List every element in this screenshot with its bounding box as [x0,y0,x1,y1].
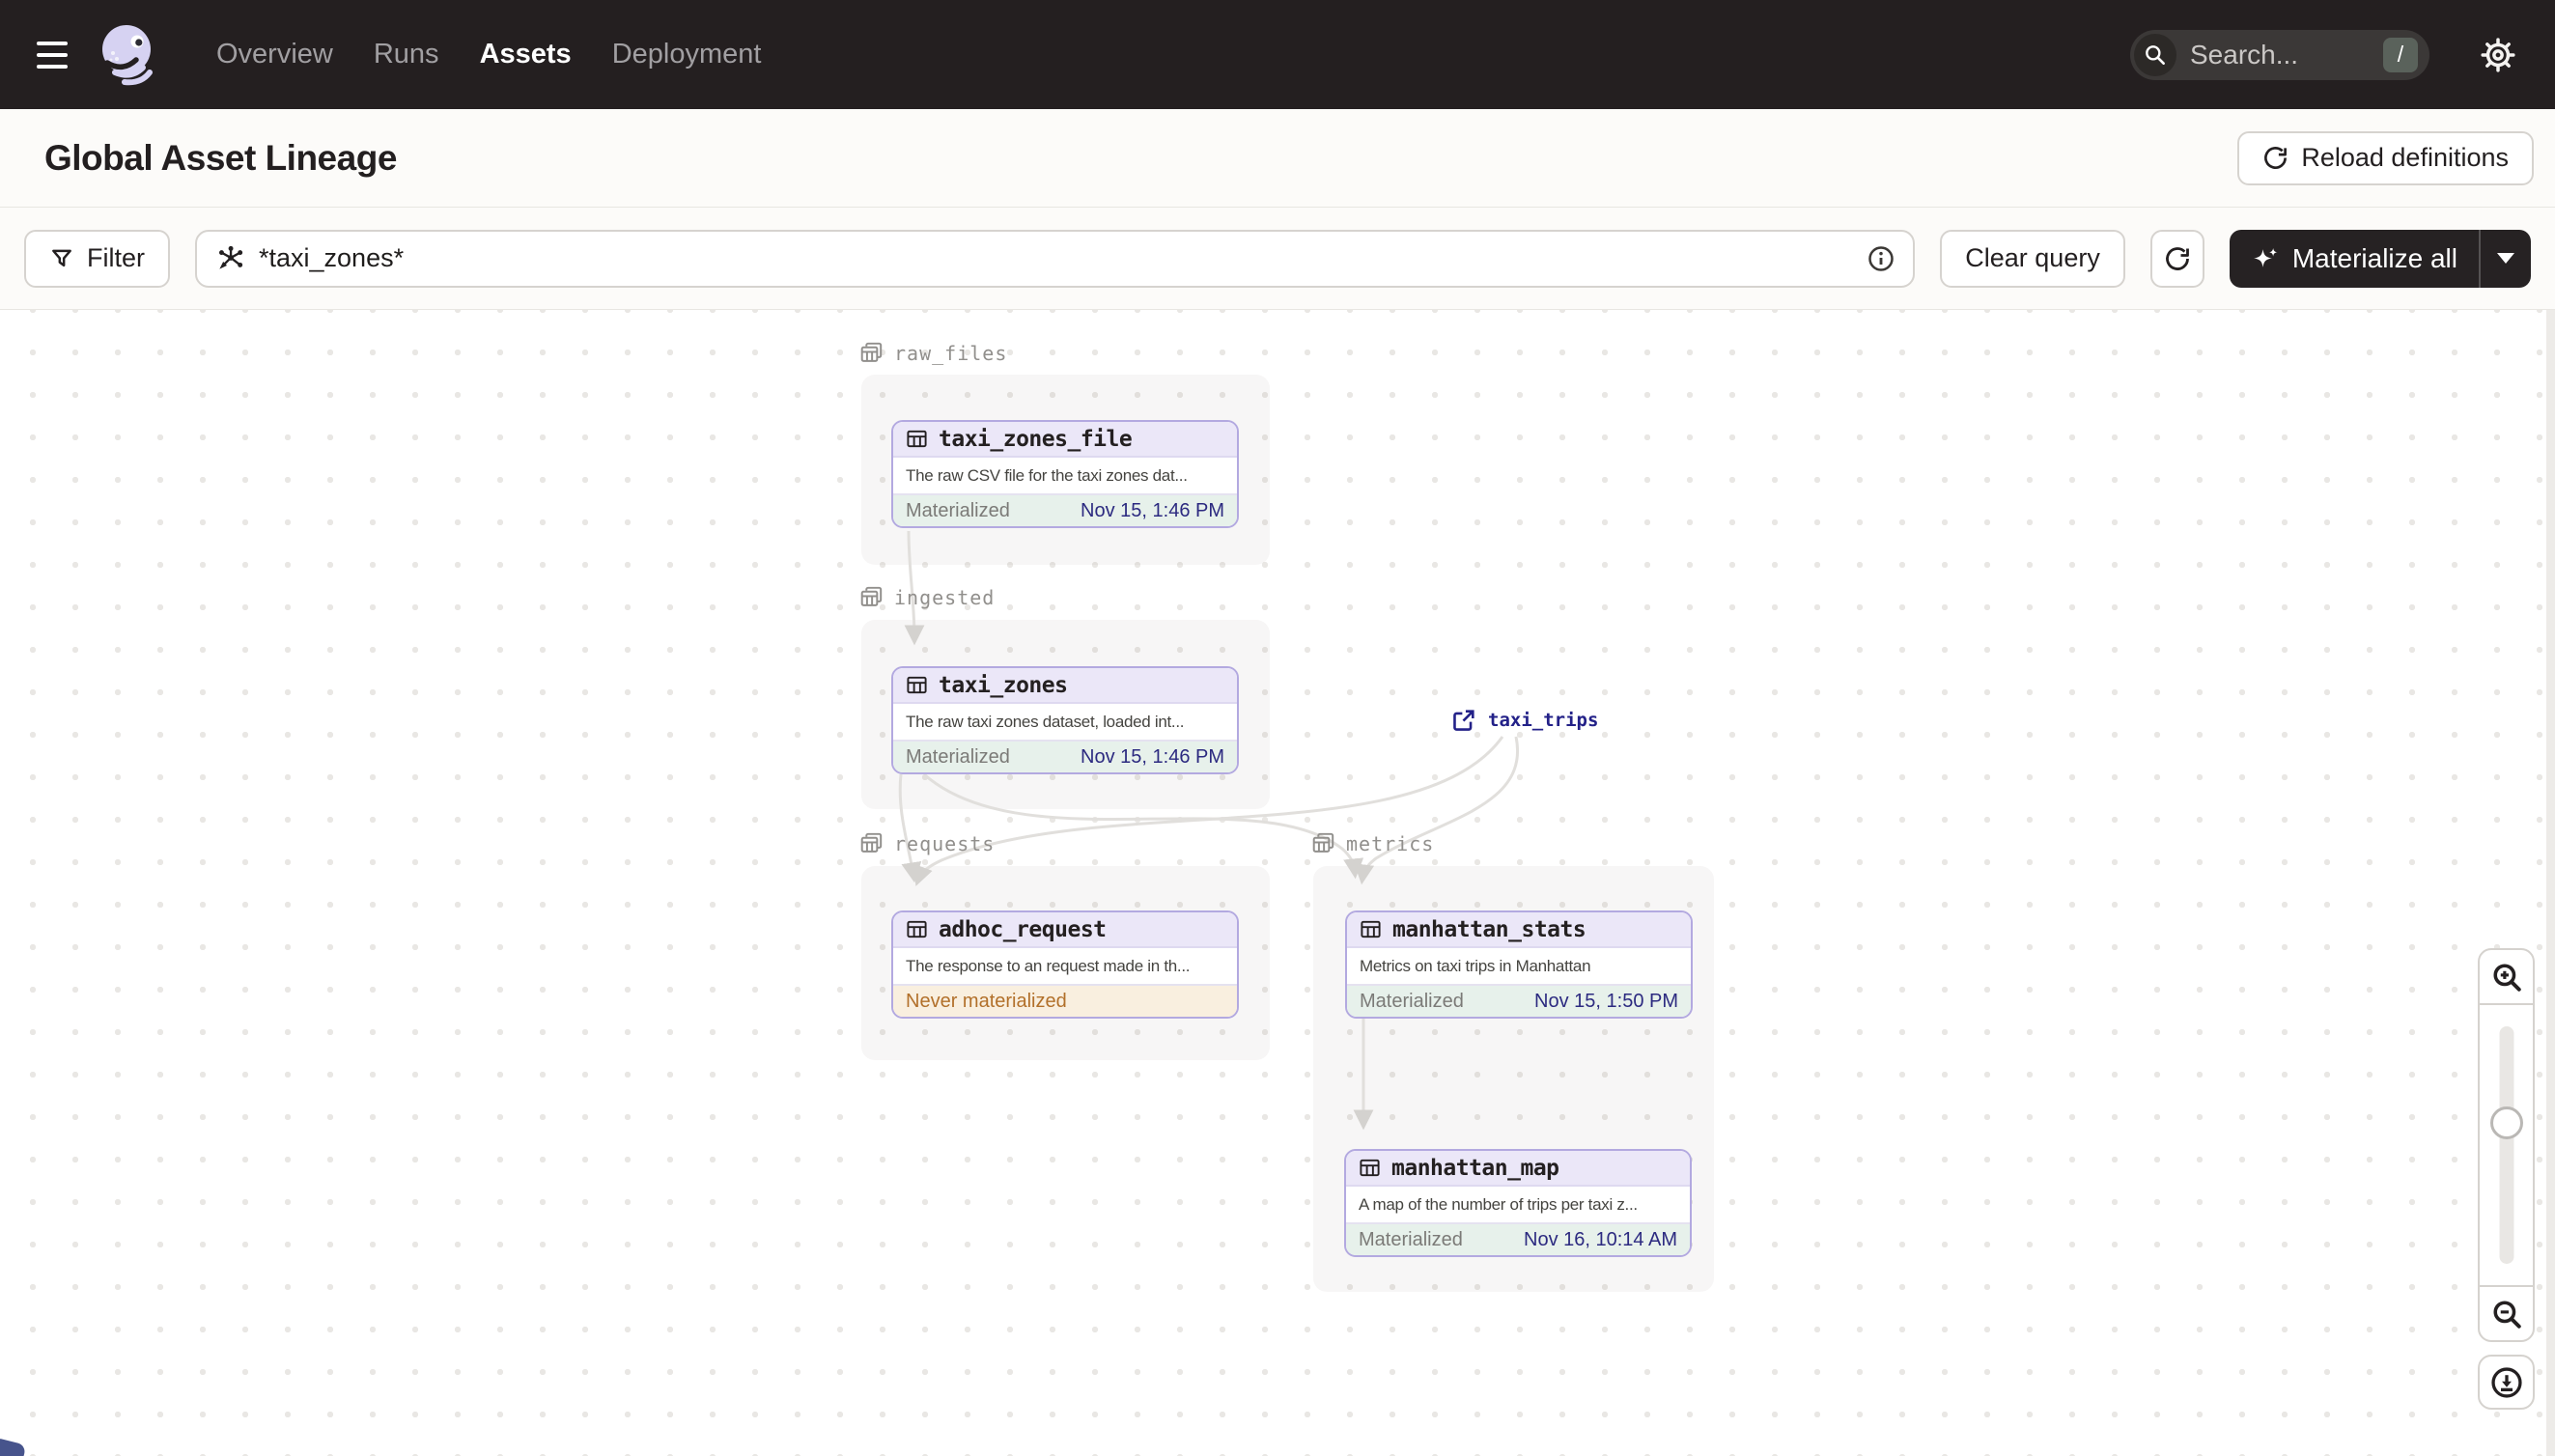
lineage-canvas[interactable]: raw_files ingested requests metrics taxi… [0,310,2555,1456]
zoom-out-button[interactable] [2480,1287,2533,1340]
materialize-options-dropdown[interactable] [2479,229,2531,288]
table-group-icon [1311,831,1335,855]
center-view-button[interactable] [2478,1355,2535,1410]
search-shortcut-badge: / [2383,37,2418,72]
nav-item-overview[interactable]: Overview [216,39,333,70]
asset-node-manhattan-map[interactable]: manhattan_map A map of the number of tri… [1344,1149,1692,1257]
asset-node-header: taxi_zones_file [893,422,1237,458]
gear-icon[interactable] [2480,37,2516,73]
materialize-all-button[interactable]: Materialize all [2229,229,2531,288]
asset-status: Materialized [1360,990,1464,1012]
external-link-icon [1451,708,1476,733]
asset-node-header: manhattan_map [1346,1151,1690,1187]
table-group-icon [859,831,884,855]
vertical-scrollbar[interactable] [2546,310,2555,1456]
asset-timestamp[interactable]: Nov 15, 1:46 PM [1081,746,1224,769]
asset-name: manhattan_stats [1392,916,1586,942]
page-title: Global Asset Lineage [44,137,397,178]
asset-status-bar: Materialized Nov 15, 1:46 PM [893,493,1237,526]
asset-description: The response to an request made in th... [906,956,1191,975]
group-label-metrics[interactable]: metrics [1311,831,1434,855]
refresh-icon [2262,145,2288,171]
zoom-in-icon [2490,961,2523,994]
zoom-slider[interactable] [2480,1003,2533,1287]
asset-status: Never materialized [906,990,1067,1012]
asset-description: The raw CSV file for the taxi zones dat.… [906,465,1188,485]
asset-status-bar: Never materialized [893,984,1237,1017]
table-group-icon [859,585,884,609]
info-icon[interactable] [1867,244,1895,273]
group-label-raw-files[interactable]: raw_files [859,341,1007,365]
zoom-in-button[interactable] [2480,950,2533,1003]
asset-timestamp[interactable]: Nov 16, 10:14 AM [1524,1229,1677,1251]
nav-item-assets[interactable]: Assets [480,39,572,70]
zoom-slider-handle[interactable] [2489,1106,2523,1139]
asset-status: Materialized [906,499,1010,521]
asset-node-adhoc-request[interactable]: adhoc_request The response to an request… [891,910,1239,1019]
asset-query-input[interactable] [259,243,1854,273]
table-icon [1360,918,1382,940]
global-search[interactable]: / [2130,29,2429,80]
zoom-out-icon [2490,1298,2523,1330]
asset-node-header: taxi_zones [893,668,1237,704]
asset-status: Materialized [1359,1228,1463,1250]
asset-description: The raw taxi zones dataset, loaded int..… [906,712,1185,731]
filter-button[interactable]: Filter [24,229,170,288]
asset-node-taxi-zones[interactable]: taxi_zones The raw taxi zones dataset, l… [891,666,1239,774]
reload-definitions-button[interactable]: Reload definitions [2237,130,2534,185]
asset-status-bar: Materialized Nov 16, 10:14 AM [1346,1222,1690,1255]
page-header: Global Asset Lineage Reload definitions [0,109,2555,208]
asset-graph-icon [214,243,245,274]
zoom-slider-track[interactable] [2499,1026,2513,1264]
refresh-icon [2164,245,2191,272]
edge-taxi-trips-to-manhattan-stats [1354,736,1520,885]
asset-node-header: adhoc_request [893,912,1237,948]
asset-timestamp[interactable]: Nov 15, 1:50 PM [1534,991,1678,1013]
bottom-left-widget-corner [0,1437,27,1456]
dagster-logo[interactable] [97,23,160,87]
asset-status-bar: Materialized Nov 15, 1:50 PM [1347,984,1691,1017]
chevron-down-icon [2497,253,2514,264]
group-label-ingested[interactable]: ingested [859,585,995,609]
asset-node-manhattan-stats[interactable]: manhattan_stats Metrics on taxi trips in… [1345,910,1693,1019]
asset-node-taxi-zones-file[interactable]: taxi_zones_file The raw CSV file for the… [891,420,1239,528]
asset-description: A map of the number of trips per taxi z.… [1359,1194,1638,1214]
search-icon [2134,33,2176,76]
sparkles-icon [2251,246,2280,270]
refresh-graph-button[interactable] [2149,229,2204,288]
external-asset-taxi-trips[interactable]: taxi_trips [1451,708,1598,733]
nav-item-runs[interactable]: Runs [374,39,439,70]
top-nav: Overview Runs Assets Deployment / [0,0,2555,109]
search-input[interactable] [2190,39,2383,70]
group-label-requests[interactable]: requests [859,831,995,855]
filter-icon [49,246,74,271]
table-icon [906,674,928,696]
download-center-icon [2489,1365,2524,1400]
primary-nav: Overview Runs Assets Deployment [216,39,761,70]
lineage-edges [898,530,1520,1131]
asset-description: Metrics on taxi trips in Manhattan [1360,956,1591,975]
zoom-controls [2478,948,2535,1342]
asset-name: manhattan_map [1391,1155,1559,1181]
asset-query-box[interactable] [195,229,1916,288]
asset-node-header: manhattan_stats [1347,912,1691,948]
asset-name: adhoc_request [939,916,1107,942]
clear-query-button[interactable]: Clear query [1940,229,2125,288]
asset-status: Materialized [906,745,1010,768]
asset-name: taxi_zones [939,672,1068,698]
table-icon [906,428,928,450]
table-icon [906,918,928,940]
asset-status-bar: Materialized Nov 15, 1:46 PM [893,740,1237,772]
hamburger-menu-icon[interactable] [37,41,68,69]
lineage-toolbar: Filter Clear query Materialize all [0,208,2555,310]
nav-item-deployment[interactable]: Deployment [612,39,762,70]
table-icon [1359,1157,1381,1179]
table-group-icon [859,341,884,365]
asset-timestamp[interactable]: Nov 15, 1:46 PM [1081,500,1224,522]
asset-name: taxi_zones_file [939,426,1133,452]
